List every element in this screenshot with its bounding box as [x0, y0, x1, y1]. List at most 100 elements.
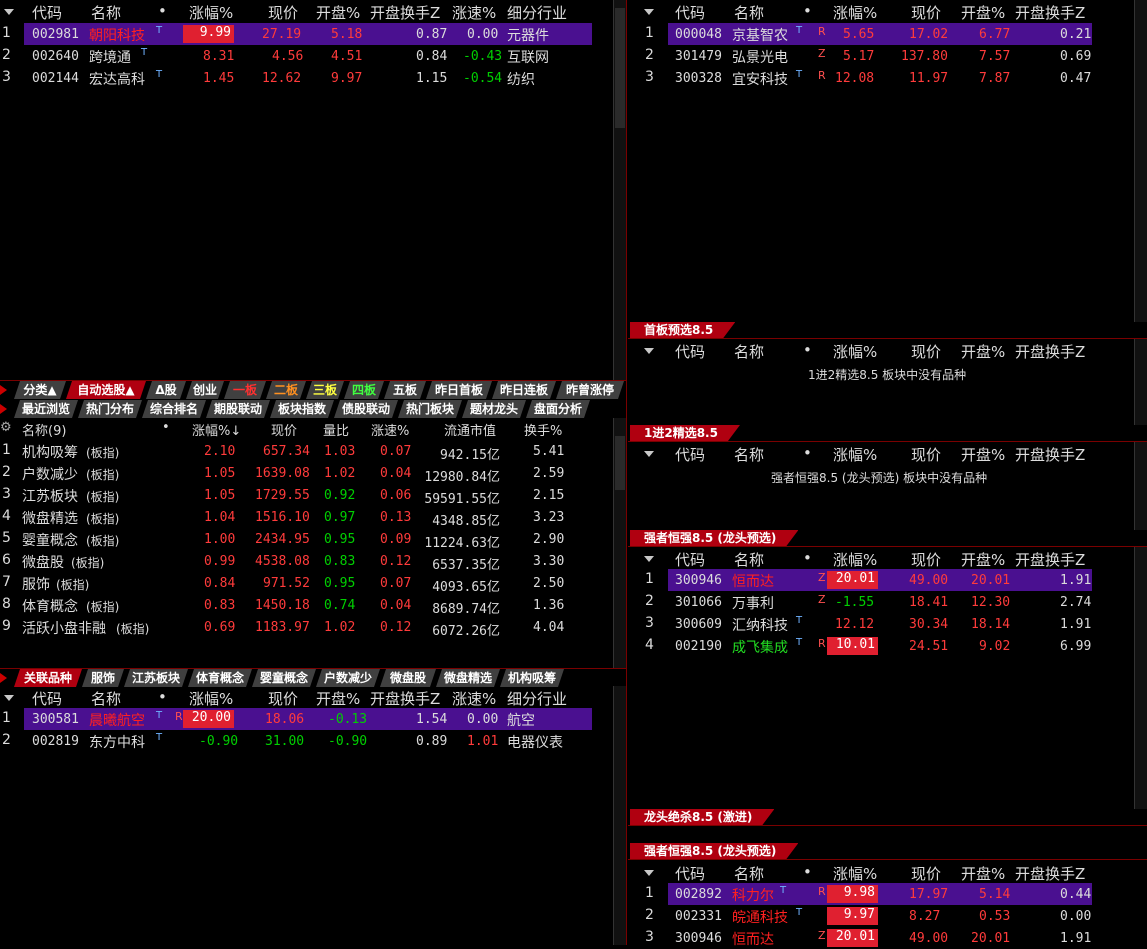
table-row[interactable]: 1 002892 科力尔 T R 9.98 17.97 5.14 0.44 [628, 883, 1133, 905]
scrollbar[interactable] [1134, 547, 1147, 809]
tab-recent[interactable]: 最近浏览 [14, 400, 78, 418]
tab-arrow-icon[interactable] [0, 404, 7, 414]
sector-row[interactable]: 4 微盘精选 (板指) 1.04 1516.10 0.97 0.13 4348.85亿 3.23 [0, 506, 612, 529]
menu-down-icon[interactable] [4, 9, 14, 15]
tab-arrow-icon[interactable] [0, 385, 7, 395]
gear-icon[interactable]: ⚙ [0, 420, 12, 435]
pane-divider[interactable] [626, 0, 627, 945]
table-row[interactable]: 2 002331 皖通科技 T 9.97 8.27 0.53 0.00 [628, 905, 1133, 927]
table-row[interactable]: 3 300946 恒而达 Z 20.01 49.00 20.01 1.91 [628, 927, 1133, 949]
table-row[interactable]: 1 000048 京基智农 T R 5.65 17.02 6.77 0.21 [628, 23, 1133, 45]
pct-box: 20.00 [183, 710, 234, 728]
tab-rel-6[interactable]: 微盘股 [380, 669, 436, 687]
menu-down-icon[interactable] [644, 9, 654, 15]
tab-bond-link[interactable]: 债股联动 [334, 400, 398, 418]
col-name[interactable]: 名称 [91, 2, 121, 23]
col-code[interactable]: 代码 [32, 2, 62, 23]
menu-down-icon[interactable] [644, 348, 654, 354]
tab-board1[interactable]: 一板 [224, 381, 266, 399]
menu-down-icon[interactable] [644, 556, 654, 562]
tab-related[interactable]: 关联品种 [14, 669, 82, 687]
panel-title-first[interactable]: 首板预选8.5 [630, 322, 735, 338]
tab-delta[interactable]: Δ股 [146, 381, 186, 399]
scrollbar[interactable] [1134, 442, 1147, 530]
sector-row[interactable]: 6 微盘股 (板指) 0.99 4538.08 0.83 0.12 6537.35亿 3.30 [0, 550, 612, 573]
left-pane: 代码 名称 • 涨幅% 现价 开盘% 开盘换手Z 涨速% 细分行业 1 0029… [0, 0, 626, 945]
tab-yesterday-chain[interactable]: 昨日连板 [492, 381, 556, 399]
tab-futures-link[interactable]: 期股联动 [206, 400, 270, 418]
sector-row[interactable]: 2 户数减少 (板指) 1.05 1639.08 1.02 0.04 12980.84亿 2.5… [0, 462, 612, 485]
pct-box: 9.97 [827, 907, 878, 925]
tab-hot-dist[interactable]: 热门分布 [78, 400, 142, 418]
scrollbar[interactable] [613, 418, 626, 668]
pct-box: 9.99 [183, 25, 234, 43]
col-speed[interactable]: 涨速% [452, 2, 496, 23]
panel-title-kill[interactable]: 龙头绝杀8.5 (激进) [630, 809, 774, 825]
tab-rel-5[interactable]: 户数减少 [316, 669, 380, 687]
sector-row[interactable]: 3 江苏板块 (板指) 1.05 1729.55 0.92 0.06 59591.55亿 2.1… [0, 484, 612, 507]
tab-sector-index[interactable]: 板块指数 [270, 400, 334, 418]
top-right-header: 代码 名称 • 涨幅% 现价 开盘% 开盘换手Z [628, 0, 1133, 22]
panel-title-second[interactable]: 1进2精选8.5 [630, 425, 740, 441]
right-pane: 代码 名称 • 涨幅% 现价 开盘% 开盘换手Z 1 000048 京基智农 T R 5.… [628, 0, 1147, 948]
sector-row[interactable]: 1 机构吸筹 (板指) 2.10 657.34 1.03 0.07 942.15亿 5.41 [0, 440, 612, 463]
col-turn[interactable]: 开盘换手Z [370, 2, 440, 23]
tab-board5[interactable]: 五板 [384, 381, 426, 399]
tab-market-analysis[interactable]: 盘面分析 [526, 400, 590, 418]
table-row[interactable]: 3 002144 宏达高科 T 1.45 12.62 9.97 1.15 -0.… [0, 67, 612, 89]
tab-ever-limit[interactable]: 昨曾涨停 [556, 381, 624, 399]
tab-board2[interactable]: 二板 [266, 381, 306, 399]
tab-bar-stock-pick: 分类▲ 自动选股▲ Δ股 创业 一板 二板 三板 四板 五板 昨日首板 昨日连板… [0, 381, 626, 399]
menu-down-icon[interactable] [644, 870, 654, 876]
tab-yesterday-first[interactable]: 昨日首板 [426, 381, 492, 399]
tab-arrow-icon[interactable] [0, 673, 7, 683]
col-pct[interactable]: 涨幅% [189, 2, 233, 23]
sector-row[interactable]: 8 体育概念 (板指) 0.83 1450.18 0.74 0.04 8689.74亿 1.36 [0, 594, 612, 617]
sector-row[interactable]: 9 活跃小盘非融 (板指) 0.69 1183.97 1.02 0.12 6072.26亿 4.… [0, 616, 612, 639]
table-row[interactable]: 4 002190 成飞集成 T R 10.01 24.51 9.02 6.99 [628, 635, 1133, 657]
tab-category[interactable]: 分类▲ [14, 381, 66, 399]
table-row[interactable]: 2 301066 万事利 Z -1.55 18.41 12.30 2.74 [628, 591, 1133, 613]
tab-rel-7[interactable]: 微盘精选 [436, 669, 500, 687]
table-row[interactable]: 1 300581 晨曦航空 T R 20.00 18.06 -0.13 1.54… [0, 708, 612, 730]
tab-rel-3[interactable]: 体育概念 [188, 669, 252, 687]
tab-rel-1[interactable]: 服饰 [82, 669, 124, 687]
tab-hot-sector[interactable]: 热门板块 [398, 400, 462, 418]
sector-row[interactable]: 7 服饰 (板指) 0.84 971.52 0.95 0.07 4093.65亿 2.50 [0, 572, 612, 595]
tab-rel-4[interactable]: 婴童概念 [252, 669, 316, 687]
table-row[interactable]: 2 301479 弘景光电 Z 5.17 137.80 7.57 0.69 [628, 45, 1133, 67]
sector-row[interactable]: 5 婴童概念 (板指) 1.00 2434.95 0.95 0.09 11224.63亿 2.9… [0, 528, 612, 551]
tab-overall-rank[interactable]: 综合排名 [142, 400, 206, 418]
tab-rel-8[interactable]: 机构吸筹 [500, 669, 564, 687]
tab-theme-leader[interactable]: 题材龙头 [462, 400, 526, 418]
panel-title-strong[interactable]: 强者恒强8.5 (龙头预选) [630, 530, 798, 546]
menu-down-icon[interactable] [644, 451, 654, 457]
table-row[interactable]: 2 002640 跨境通 T 8.31 4.56 4.51 0.84 -0.43… [0, 45, 612, 67]
pct-box: 9.98 [827, 885, 878, 903]
pct-box: 20.01 [827, 929, 878, 947]
scrollbar[interactable] [1134, 339, 1147, 425]
scrollbar[interactable] [1134, 0, 1147, 322]
col-price[interactable]: 现价 [268, 2, 298, 23]
sector-header: ⚙ 名称(9) • 涨幅%↓ 现价 量比 涨速% 流通市值 换手% [0, 420, 563, 439]
col-industry[interactable]: 细分行业 [507, 2, 567, 23]
col-open[interactable]: 开盘% [316, 2, 360, 23]
tab-bar-related: 关联品种 服饰 江苏板块 体育概念 婴童概念 户数减少 微盘股 微盘精选 机构吸… [0, 669, 626, 687]
table-row[interactable]: 3 300609 汇纳科技 T 12.12 30.34 18.14 1.91 [628, 613, 1133, 635]
panel-title-strong2[interactable]: 强者恒强8.5 (龙头预选) [630, 843, 798, 859]
scrollbar[interactable] [613, 0, 626, 380]
tab-auto-pick[interactable]: 自动选股▲ [66, 381, 146, 399]
tab-rel-2[interactable]: 江苏板块 [124, 669, 188, 687]
scrollbar[interactable] [613, 686, 626, 945]
table-row[interactable]: 3 300328 宜安科技 T R 12.08 11.97 7.87 0.47 [628, 67, 1133, 89]
pct-box: 20.01 [827, 571, 878, 589]
tab-chuangye[interactable]: 创业 [186, 381, 224, 399]
table-row[interactable]: 1 300946 恒而达 Z 20.01 49.00 20.01 1.91 [628, 569, 1133, 591]
tab-board4[interactable]: 四板 [344, 381, 384, 399]
tab-board3[interactable]: 三板 [306, 381, 344, 399]
panel-second-header: 代码 名称 • 涨幅% 现价 开盘% 开盘换手Z [628, 442, 1133, 464]
table-row[interactable]: 2 002819 东方中科 T -0.90 31.00 -0.90 0.89 1… [0, 730, 612, 752]
table-row[interactable]: 1 002981 朝阳科技 T 9.99 27.19 5.18 0.87 0.0… [0, 23, 612, 45]
pct-box: 10.01 [827, 637, 878, 655]
menu-down-icon[interactable] [4, 695, 14, 701]
